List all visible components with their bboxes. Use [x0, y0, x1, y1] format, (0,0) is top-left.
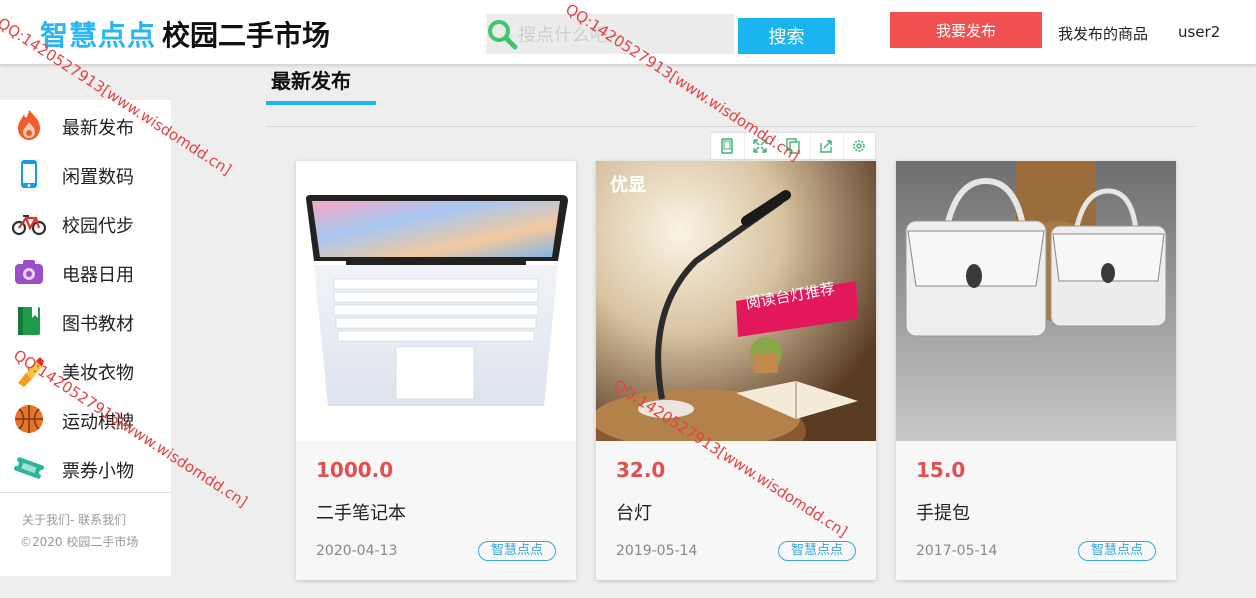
- publish-button[interactable]: 我要发布: [890, 12, 1042, 48]
- laptop-image[interactable]: [296, 161, 576, 441]
- share-icon[interactable]: [810, 133, 844, 159]
- product-date: 2017-05-14: [916, 543, 998, 559]
- product-name[interactable]: 二手笔记本: [316, 499, 406, 525]
- sidebar-item-label: 校园代步: [62, 216, 134, 237]
- book-icon: [18, 307, 40, 335]
- product-card[interactable]: 1000.0 二手笔记本 2020-04-13 智慧点点: [296, 161, 576, 580]
- user-menu[interactable]: user2: [1178, 23, 1220, 41]
- product-name[interactable]: 手提包: [916, 499, 970, 525]
- category-sidebar: 最新发布 闲置数码 校园代步 电器日用 图书教材 美妆衣物 运动棋牌 票券小物 …: [0, 100, 171, 576]
- product-tag[interactable]: 智慧点点: [778, 541, 856, 561]
- search-button[interactable]: 搜索: [738, 18, 835, 54]
- camera-icon: [15, 260, 43, 284]
- sidebar-item-label: 闲置数码: [62, 167, 134, 188]
- tablet-icon[interactable]: [711, 133, 745, 159]
- sidebar-item-books[interactable]: 图书教材: [0, 296, 171, 345]
- ticket-icon: [12, 457, 46, 479]
- phone-icon: [21, 160, 37, 188]
- settings-icon[interactable]: [843, 133, 876, 159]
- fire-icon: [18, 110, 40, 140]
- sidebar-item-appliances[interactable]: 电器日用: [0, 247, 171, 296]
- product-name[interactable]: 台灯: [616, 499, 652, 525]
- sidebar-item-transport[interactable]: 校园代步: [0, 198, 171, 247]
- section-title-underline: [266, 101, 376, 105]
- product-tag[interactable]: 智慧点点: [1078, 541, 1156, 561]
- product-tag[interactable]: 智慧点点: [478, 541, 556, 561]
- sidebar-item-label: 最新发布: [62, 118, 134, 139]
- product-price: 1000.0: [316, 458, 394, 482]
- image-overlay-brand: 优显: [610, 175, 646, 196]
- product-date: 2019-05-14: [616, 543, 698, 559]
- bicycle-icon: [12, 215, 46, 236]
- section-title: 最新发布: [271, 69, 351, 93]
- product-price: 32.0: [616, 458, 666, 482]
- search-icon: [488, 20, 518, 50]
- sidebar-item-label: 电器日用: [62, 265, 134, 286]
- sidebar-item-label: 票券小物: [62, 461, 134, 482]
- product-date: 2020-04-13: [316, 543, 398, 559]
- product-card[interactable]: 15.0 手提包 2017-05-14 智慧点点: [896, 161, 1176, 580]
- basketball-icon: [15, 405, 43, 433]
- handbags-image[interactable]: [896, 161, 1176, 441]
- footer-copyright: ©2020 校园二手市场: [20, 535, 139, 549]
- sidebar-item-label: 图书教材: [62, 314, 134, 335]
- site-title: 校园二手市场: [162, 19, 331, 52]
- sidebar-item-digital[interactable]: 闲置数码: [0, 149, 171, 198]
- product-price: 15.0: [916, 458, 966, 482]
- sidebar-item-tickets[interactable]: 票券小物: [0, 443, 171, 492]
- footer-links[interactable]: 关于我们- 联系我们: [22, 511, 126, 528]
- sidebar-divider: [0, 492, 171, 493]
- section-divider: [266, 126, 1196, 127]
- my-items-link[interactable]: 我发布的商品: [1058, 23, 1148, 44]
